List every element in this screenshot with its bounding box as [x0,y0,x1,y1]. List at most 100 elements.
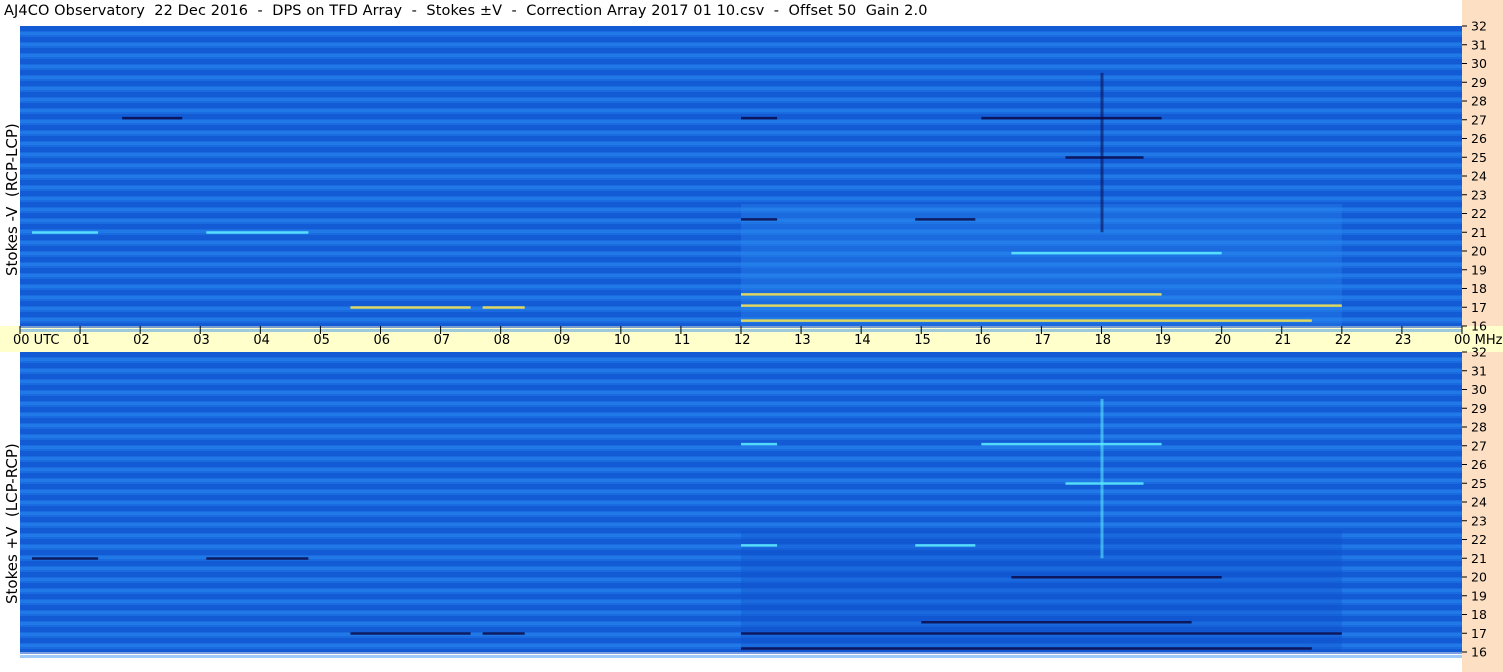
spectrogram-band [20,32,1462,35]
spectrogram-band [20,517,1462,522]
spectrogram-band [20,484,1462,489]
time-tick-label: 09 [554,333,571,348]
emission-line [741,632,1342,635]
emission-line [206,557,309,560]
time-tick-label: 05 [313,333,330,348]
emission-line [741,544,778,547]
freq-tick-label: 22 [1471,532,1487,547]
spectrogram-band [20,479,1462,482]
spectrogram-band [20,512,1462,515]
spectrogram-band [20,451,1462,456]
emission-line [1065,482,1144,485]
time-tick-label: 11 [674,333,691,348]
spectrogram-band [20,424,1462,427]
spectrogram-band [20,158,1462,163]
emission-line [741,304,1342,307]
spectrogram-band [20,136,1462,141]
spectrogram-band [20,147,1462,152]
spectrogram-band [20,396,1462,401]
emission-line [482,632,525,635]
freq-tick-label: 31 [1471,37,1487,52]
emission-line [741,293,1162,296]
spectrogram-band [20,369,1462,372]
spectrogram-band [20,65,1462,68]
time-tick-label: 19 [1155,333,1172,348]
emission-line [206,231,309,234]
spectrogram-chart: 16 17 18 19 20 21 22 23 24 25 26 27 28 29 30 31 32 16 17 18… [13,19,1503,660]
spectrogram-band [20,473,1462,478]
spectrogram-band [20,70,1462,75]
spectrogram-band [20,501,1462,504]
time-tick-label: 01 [73,333,90,348]
spectrogram-band [20,120,1462,123]
spectrogram-band [20,446,1462,449]
freq-tick-label: 25 [1471,476,1487,491]
time-tick-label: 07 [434,333,451,348]
spectrogram-band [20,109,1462,112]
spectrogram-band [20,457,1462,460]
spectrogram-band [20,407,1462,412]
freq-tick-label: 28 [1471,420,1487,435]
freq-tick-label: 16 [1471,319,1487,334]
spectrogram-band [20,352,1462,357]
spectrogram-band [20,418,1462,423]
emission-line [482,306,525,309]
spectrogram-band [20,506,1462,511]
spectrogram-band [20,54,1462,57]
time-tick-label: 04 [253,333,270,348]
spectrogram-band [20,523,1462,526]
freq-tick-label: 20 [1471,244,1487,259]
freq-tick-label: 18 [1471,281,1487,296]
freq-tick-label: 17 [1471,626,1487,641]
freq-tick-label: 30 [1471,56,1487,71]
spectrogram-band [20,81,1462,86]
freq-tick-label: 31 [1471,363,1487,378]
spectrogram-band [20,164,1462,167]
freq-tick-label: 29 [1471,401,1487,416]
spectrogram-band [20,413,1462,416]
emission-line [915,544,976,547]
spectrogram-band [20,98,1462,101]
spectrogram-band [20,175,1462,178]
emission-line [122,116,183,120]
emission-line [741,218,778,221]
emission-line [915,218,976,221]
freq-tick-label: 24 [1471,495,1487,510]
emission-line [741,442,778,446]
time-tick-label: 06 [374,333,391,348]
freq-tick-label: 21 [1471,225,1487,240]
spectrogram-band [20,125,1462,130]
emission-line [32,231,99,234]
spectrogram-band [20,37,1462,42]
time-tick-label: 22 [1335,333,1352,348]
spectrogram-band [20,363,1462,368]
time-tick-label: 00 UTC [13,333,59,348]
activity-region [741,204,1342,326]
emission-line [921,621,1192,624]
freq-tick-label: 22 [1471,206,1487,221]
time-tick-label: 21 [1275,333,1292,348]
spectrogram-band [20,59,1462,64]
freq-tick-label: 17 [1471,300,1487,315]
time-tick-label: 16 [974,333,991,348]
spectrogram-band [20,655,1462,658]
spectrogram-band [20,153,1462,156]
emission-line [350,306,471,309]
freq-tick-label: 28 [1471,94,1487,109]
spectrogram-band [20,43,1462,46]
emission-line [741,116,778,120]
freq-tick-label: 27 [1471,438,1487,453]
spectrogram-band [20,180,1462,185]
spectrogram-band [20,92,1462,97]
spectrogram-band [20,358,1462,361]
time-tick-label: 12 [734,333,751,348]
emission-line [32,557,99,560]
spectrogram-band [20,385,1462,390]
freq-tick-label: 19 [1471,262,1487,277]
spectrogram-band [20,495,1462,500]
spectrogram-band [20,186,1462,189]
spectrogram-band [20,142,1462,145]
freq-tick-label: 30 [1471,382,1487,397]
freq-tick-label: 26 [1471,131,1487,146]
time-tick-label: 08 [494,333,511,348]
